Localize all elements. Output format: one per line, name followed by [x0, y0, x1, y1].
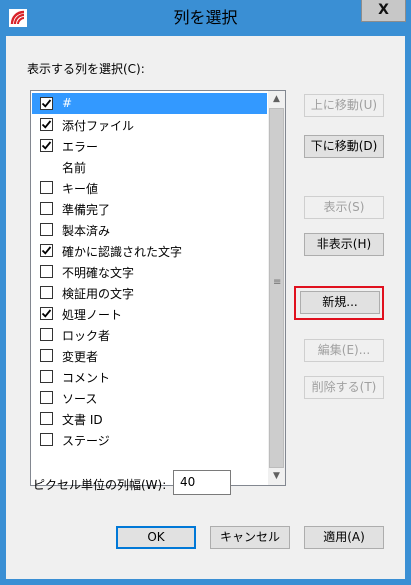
grip-icon: ≡ — [273, 277, 282, 288]
column-list-item-label: 不明確な文字 — [62, 266, 135, 280]
checkbox-unchecked[interactable] — [40, 412, 53, 425]
move-down-button[interactable]: 下に移動(D) — [304, 135, 384, 158]
column-list-item[interactable]: キー値 — [32, 177, 267, 198]
checkbox-unchecked[interactable] — [40, 349, 53, 362]
column-list-item[interactable]: 変更者 — [32, 345, 267, 366]
checkbox-unchecked[interactable] — [40, 370, 53, 383]
close-icon: X — [378, 2, 389, 18]
title-bar[interactable]: 列を選択 X — [0, 0, 411, 36]
column-list-item-label: 処理ノート — [62, 308, 123, 322]
column-list-item-label: ロック者 — [62, 329, 111, 343]
delete-button[interactable]: 削除する(T) — [304, 376, 384, 399]
checkbox-unchecked[interactable] — [40, 223, 53, 236]
checkbox-checked[interactable] — [40, 97, 53, 110]
pixel-width-label: ピクセル単位の列幅(W): — [33, 478, 167, 492]
column-list-item[interactable]: コメント — [32, 366, 267, 387]
column-list-item[interactable]: ロック者 — [32, 324, 267, 345]
column-list-item[interactable]: ソース — [32, 387, 267, 408]
column-list-item-label: 名前 — [62, 161, 87, 175]
column-list-item-label: 製本済み — [62, 224, 111, 238]
hide-button[interactable]: 非表示(H) — [304, 233, 384, 256]
checkbox-unchecked[interactable] — [40, 328, 53, 341]
checkbox-unchecked[interactable] — [40, 286, 53, 299]
column-list-item-label: 準備完了 — [62, 203, 111, 217]
close-button[interactable]: X — [361, 0, 406, 22]
checkbox-unchecked[interactable] — [40, 202, 53, 215]
column-list-item[interactable]: ステージ — [32, 429, 267, 450]
column-list-item[interactable]: 検証用の文字 — [32, 282, 267, 303]
scroll-up-icon[interactable]: ▲ — [268, 91, 285, 108]
column-list-item-label: 変更者 — [62, 350, 99, 364]
column-list-label: 表示する列を選択(C): — [27, 62, 145, 76]
new-button[interactable]: 新規... — [300, 291, 380, 314]
move-up-button[interactable]: 上に移動(U) — [304, 94, 384, 117]
column-list-items: # 添付ファイル エラー名前キー値準備完了製本済み確かに認識された文字 不明確な文字検… — [31, 91, 268, 485]
pixel-width-input[interactable]: 40 — [173, 470, 231, 495]
dialog-body: 表示する列を選択(C): # 添付ファイル エラー名前キー値準備完了製本済み確かに認… — [6, 36, 405, 579]
checkbox-unchecked[interactable] — [40, 391, 53, 404]
cancel-button[interactable]: キャンセル — [210, 526, 290, 549]
apply-button[interactable]: 適用(A) — [304, 526, 384, 549]
column-list-item[interactable]: # — [32, 93, 267, 114]
column-list-item-label: 確かに認識された文字 — [62, 245, 183, 259]
column-list-item[interactable]: 名前 — [32, 156, 267, 177]
column-list-item-label: ステージ — [62, 434, 110, 448]
column-list-item-label: 添付ファイル — [62, 119, 135, 133]
checkbox-checked[interactable] — [40, 244, 53, 257]
checkbox-checked[interactable] — [40, 139, 53, 152]
column-list-item-label: コメント — [62, 371, 111, 385]
column-list-item-label: ソース — [62, 392, 98, 406]
checkbox-unchecked[interactable] — [40, 181, 53, 194]
column-list-item[interactable]: 文書 ID — [32, 408, 267, 429]
column-list-item-label: # — [62, 96, 73, 110]
scroll-down-icon[interactable]: ▼ — [268, 468, 285, 485]
column-list-item[interactable]: 製本済み — [32, 219, 267, 240]
column-list-item-label: エラー — [62, 140, 99, 154]
select-columns-dialog: 列を選択 X 表示する列を選択(C): # 添付ファイル エラー名前キー値準備完了製… — [0, 0, 411, 585]
edit-button[interactable]: 編集(E)... — [304, 339, 384, 362]
vertical-scrollbar[interactable]: ▲ ≡ ▼ — [268, 91, 285, 485]
column-list-item-label: キー値 — [62, 182, 99, 196]
window-title: 列を選択 — [173, 8, 238, 27]
column-list-item-label: 検証用の文字 — [62, 287, 135, 301]
column-list-item[interactable]: 確かに認識された文字 — [32, 240, 267, 261]
column-list-item[interactable]: 処理ノート — [32, 303, 267, 324]
scroll-thumb[interactable]: ≡ — [269, 108, 284, 468]
show-button[interactable]: 表示(S) — [304, 196, 384, 219]
column-list-item[interactable]: エラー — [32, 135, 267, 156]
column-list[interactable]: # 添付ファイル エラー名前キー値準備完了製本済み確かに認識された文字 不明確な文字検… — [30, 90, 286, 486]
checkbox-checked[interactable] — [40, 118, 53, 131]
checkbox-unchecked[interactable] — [40, 433, 53, 446]
ok-button[interactable]: OK — [116, 526, 196, 549]
column-list-item-label: 文書 ID — [62, 413, 103, 427]
column-list-item[interactable]: 準備完了 — [32, 198, 267, 219]
checkbox-checked[interactable] — [40, 307, 53, 320]
column-list-item[interactable]: 不明確な文字 — [32, 261, 267, 282]
checkbox-unchecked[interactable] — [40, 265, 53, 278]
column-list-item[interactable]: 添付ファイル — [32, 114, 267, 135]
